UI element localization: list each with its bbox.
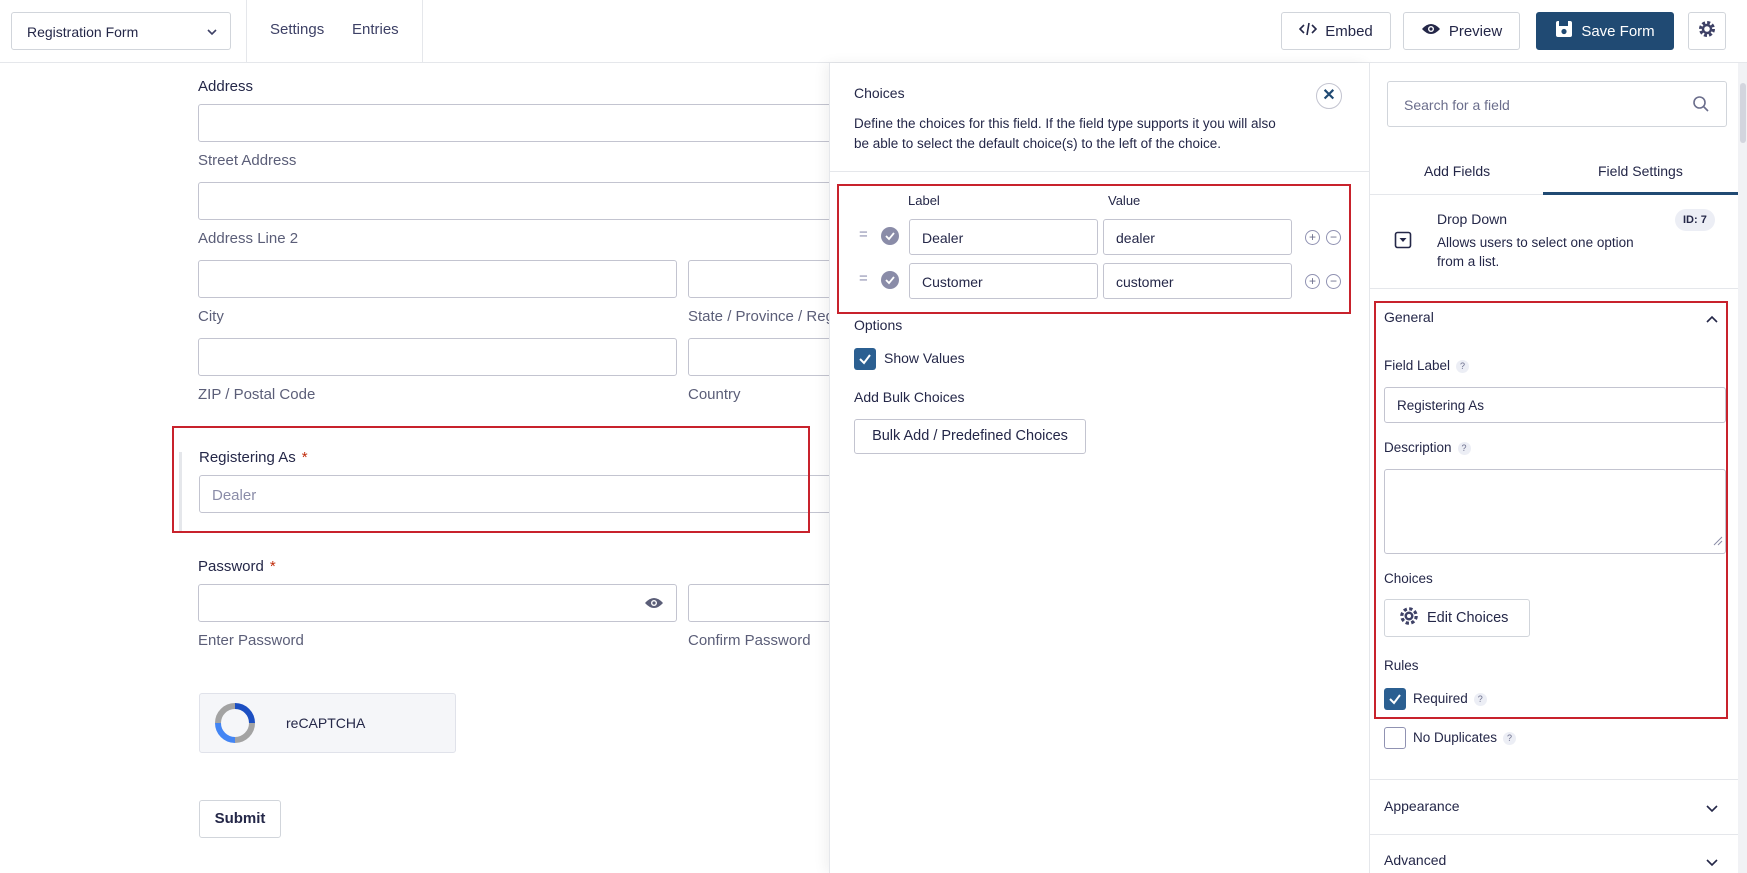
field-settings-panel: Search for a field Add Fields Field Sett… — [1369, 63, 1747, 873]
form-switcher-dropdown[interactable]: Registration Form — [11, 12, 231, 50]
password-label: Password * — [198, 558, 276, 575]
embed-label: Embed — [1325, 22, 1373, 40]
recaptcha-widget[interactable]: reCAPTCHA — [199, 693, 456, 753]
section-divider — [1370, 834, 1747, 835]
gear-icon — [1698, 20, 1716, 42]
field-label-text: Field Label — [1384, 358, 1451, 373]
no-duplicates-checkbox[interactable] — [1384, 727, 1406, 749]
enter-password-input[interactable] — [198, 584, 677, 622]
edit-choices-label: Edit Choices — [1427, 610, 1509, 626]
confirm-password-sublabel: Confirm Password — [688, 632, 811, 649]
resize-handle-icon[interactable] — [1713, 533, 1723, 551]
show-values-label: Show Values — [884, 350, 965, 366]
no-duplicates-label: No Duplicates? — [1413, 730, 1517, 745]
scrollbar-thumb[interactable] — [1740, 83, 1746, 143]
street-address-input[interactable] — [198, 104, 898, 142]
description-text: Description — [1384, 440, 1452, 455]
bulk-choices-heading: Add Bulk Choices — [854, 389, 965, 405]
zip-input[interactable] — [198, 338, 677, 376]
rules-label: Rules — [1384, 658, 1419, 673]
save-icon — [1555, 20, 1573, 42]
field-id-badge: ID: 7 — [1675, 209, 1715, 231]
city-sublabel: City — [198, 308, 224, 325]
city-input[interactable] — [198, 260, 677, 298]
tab-add-fields[interactable]: Add Fields — [1424, 163, 1490, 179]
help-icon[interactable]: ? — [1457, 441, 1471, 455]
advanced-section-heading[interactable]: Advanced — [1384, 852, 1446, 868]
required-asterisk: * — [269, 558, 276, 575]
choices-flyout-title: Choices — [854, 85, 905, 101]
field-type-description-line1: Allows users to select one option — [1437, 235, 1634, 250]
appearance-section-heading[interactable]: Appearance — [1384, 798, 1460, 814]
description-textarea[interactable] — [1384, 469, 1726, 554]
required-label: Required? — [1413, 691, 1487, 706]
address-field-label: Address — [198, 78, 254, 95]
recaptcha-label: reCAPTCHA — [286, 715, 366, 731]
field-type-title: Drop Down — [1437, 211, 1508, 227]
required-text: Required — [1413, 691, 1468, 706]
chevron-up-icon[interactable] — [1705, 311, 1719, 329]
field-label-input[interactable]: Registering As — [1384, 387, 1726, 423]
nav-entries-link[interactable]: Entries — [352, 21, 399, 38]
bulk-add-button[interactable]: Bulk Add / Predefined Choices — [854, 419, 1086, 454]
section-divider — [1370, 288, 1747, 289]
address-line2-sublabel: Address Line 2 — [198, 230, 299, 247]
choices-description-line1: Define the choices for this field. If th… — [854, 116, 1276, 131]
field-type-description-line2: from a list. — [1437, 254, 1500, 269]
section-divider — [1370, 779, 1747, 780]
choices-label: Choices — [1384, 571, 1433, 586]
field-search-box[interactable]: Search for a field — [1387, 81, 1727, 127]
required-checkbox[interactable] — [1384, 688, 1406, 710]
zip-sublabel: ZIP / Postal Code — [198, 386, 316, 403]
settings-gear-button[interactable] — [1688, 12, 1726, 50]
toolbar-divider — [246, 0, 247, 63]
chevron-down-icon[interactable] — [1705, 855, 1719, 873]
toolbar-divider — [422, 0, 423, 63]
highlight-box-registering-as — [172, 426, 810, 533]
help-icon[interactable]: ? — [1456, 359, 1470, 373]
nav-settings-link[interactable]: Settings — [270, 21, 324, 38]
save-form-label: Save Form — [1581, 22, 1655, 40]
general-section-heading[interactable]: General — [1384, 309, 1434, 325]
description-label: Description? — [1384, 440, 1471, 455]
field-label-label: Field Label? — [1384, 358, 1470, 373]
options-heading: Options — [854, 317, 903, 333]
help-icon[interactable]: ? — [1473, 692, 1487, 706]
help-icon[interactable]: ? — [1503, 731, 1517, 745]
preview-label: Preview — [1448, 22, 1503, 40]
code-icon — [1299, 22, 1318, 40]
active-tab-indicator — [1543, 192, 1747, 195]
choices-description-line2: be able to select the default choice(s) … — [854, 136, 1221, 151]
close-icon[interactable]: ✕ — [1316, 83, 1342, 109]
eye-icon — [1421, 22, 1441, 40]
show-values-checkbox[interactable] — [854, 348, 876, 370]
country-sublabel: Country — [688, 386, 741, 403]
eye-icon[interactable] — [644, 596, 664, 615]
chevron-down-icon — [206, 25, 218, 41]
state-sublabel: State / Province / Region — [688, 308, 829, 325]
search-icon[interactable] — [1692, 95, 1710, 118]
tab-field-settings[interactable]: Field Settings — [1598, 163, 1683, 179]
password-text: Password — [198, 558, 264, 575]
embed-button[interactable]: Embed — [1281, 12, 1391, 50]
dropdown-field-icon — [1394, 231, 1412, 254]
scrollbar-track[interactable] — [1738, 63, 1747, 873]
form-switcher-label: Registration Form — [27, 24, 139, 40]
enter-password-sublabel: Enter Password — [198, 632, 304, 649]
top-toolbar: Registration Form Settings Entries Embed… — [0, 0, 1747, 63]
recaptcha-logo-icon — [214, 702, 256, 749]
street-address-sublabel: Street Address — [198, 152, 297, 169]
search-placeholder: Search for a field — [1404, 97, 1510, 113]
chevron-down-icon[interactable] — [1705, 801, 1719, 819]
flyout-divider — [830, 171, 1370, 172]
highlight-box-choices — [837, 184, 1351, 314]
gear-icon — [1399, 606, 1419, 631]
address-line2-input[interactable] — [198, 182, 898, 220]
save-form-button[interactable]: Save Form — [1536, 12, 1674, 50]
submit-button[interactable]: Submit — [199, 800, 281, 838]
preview-button[interactable]: Preview — [1403, 12, 1520, 50]
no-duplicates-text: No Duplicates — [1413, 730, 1498, 745]
edit-choices-button[interactable]: Edit Choices — [1384, 599, 1530, 637]
choices-flyout-panel: Choices ✕ Define the choices for this fi… — [829, 63, 1370, 873]
